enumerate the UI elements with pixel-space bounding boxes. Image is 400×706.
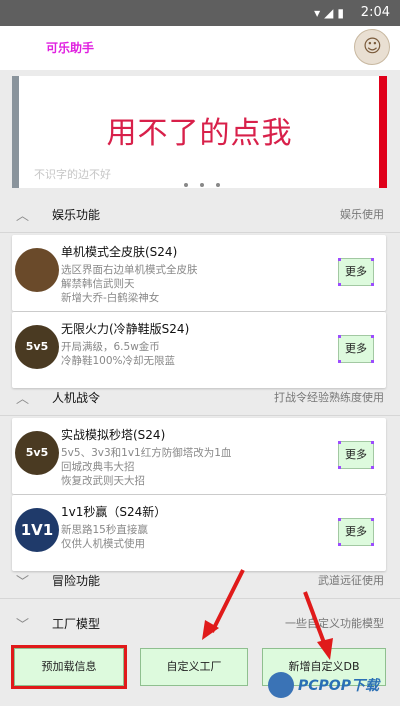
status-bar: ▾◢▮ 2:04 — [0, 0, 400, 26]
section-entertainment[interactable]: ︿ 娱乐功能 娱乐使用 — [0, 194, 400, 232]
more-button-label: 更多 — [345, 342, 367, 355]
feature-description: 选区界面右边单机模式全皮肤 解禁韩信武则天 新增大乔-白鹤梁神女 — [61, 264, 198, 304]
section-note: 打战令经验熟练度使用 — [274, 391, 384, 404]
banner-pager-dots — [184, 172, 232, 188]
chevron-up-icon: ︿ — [16, 392, 30, 407]
feature-thumbnail: 5v5 — [15, 431, 59, 475]
watermark-text: PCPOP下载 — [298, 678, 379, 694]
feature-card: 5v5 实战模拟秒塔(S24) 5v5、3v3和1v1红方防御塔改为1血 回城改… — [12, 418, 386, 494]
avatar-icon[interactable]: ☺ — [354, 29, 390, 65]
section-ai-battle[interactable]: ︿ 人机战令 打战令经验熟练度使用 — [0, 377, 400, 415]
section-note: 武道远征使用 — [318, 574, 384, 587]
chevron-down-icon: ﹀ — [16, 618, 30, 633]
section-title: 工厂模型 — [52, 617, 101, 631]
banner-text: 用不了的点我 — [106, 116, 293, 151]
section-note: 一些自定义功能模型 — [285, 617, 384, 630]
section-title: 人机战令 — [52, 391, 101, 405]
chevron-down-icon: ﹀ — [16, 575, 30, 590]
feature-description: 开局满级，6.5w金币 冷静鞋100%冷却无限蓝 — [61, 341, 176, 367]
status-icons: ▾◢▮ — [314, 6, 348, 20]
section-title: 娱乐功能 — [52, 208, 101, 222]
battery-icon: ▮ — [337, 6, 348, 20]
more-button-label: 更多 — [345, 265, 367, 278]
banner-subtext: 不识字的边不好 — [34, 168, 111, 181]
divider — [0, 232, 400, 233]
feature-description: 新思路15秒直接赢 仅供人机模式使用 — [61, 524, 148, 550]
feature-thumbnail — [15, 248, 59, 292]
preload-info-button[interactable]: 预加载信息 — [11, 645, 127, 689]
section-adventure[interactable]: ﹀ 冒险功能 武道远征使用 — [0, 560, 400, 598]
section-title: 冒险功能 — [52, 574, 101, 588]
section-factory-model[interactable]: ﹀ 工厂模型 一些自定义功能模型 — [0, 603, 400, 641]
custom-factory-button[interactable]: 自定义工厂 — [140, 648, 248, 686]
watermark: PCPOP下载 — [262, 666, 400, 706]
feature-title: 1v1秒赢（S24新） — [61, 505, 167, 519]
signal-icon: ◢ — [324, 6, 338, 20]
app-title: 可乐助手 — [46, 41, 95, 55]
wifi-icon: ▾ — [314, 6, 325, 20]
more-button[interactable]: 更多 — [338, 441, 374, 469]
app-bar: 可乐助手 ☺ — [0, 26, 400, 70]
chevron-up-icon: ︿ — [16, 209, 30, 224]
section-note: 娱乐使用 — [340, 208, 384, 221]
feature-title: 单机模式全皮肤(S24) — [61, 245, 178, 259]
divider — [0, 598, 400, 599]
more-button-label: 更多 — [345, 448, 367, 461]
feature-title: 无限火力(冷静鞋版S24) — [61, 322, 190, 336]
more-button-label: 更多 — [345, 525, 367, 538]
feature-thumbnail: 1V1 — [15, 508, 59, 552]
feature-description: 5v5、3v3和1v1红方防御塔改为1血 回城改典韦大招 恢复改武则天大招 — [61, 447, 232, 487]
feature-title: 实战模拟秒塔(S24) — [61, 428, 166, 442]
feature-thumbnail: 5v5 — [15, 325, 59, 369]
more-button[interactable]: 更多 — [338, 258, 374, 286]
more-button[interactable]: 更多 — [338, 335, 374, 363]
divider — [0, 415, 400, 416]
feature-card: 单机模式全皮肤(S24) 选区界面右边单机模式全皮肤 解禁韩信武则天 新增大乔-… — [12, 235, 386, 311]
status-time: 2:04 — [360, 5, 390, 20]
banner[interactable]: 用不了的点我 不识字的边不好 — [12, 76, 387, 188]
more-button[interactable]: 更多 — [338, 518, 374, 546]
watermark-logo-icon — [268, 672, 294, 698]
